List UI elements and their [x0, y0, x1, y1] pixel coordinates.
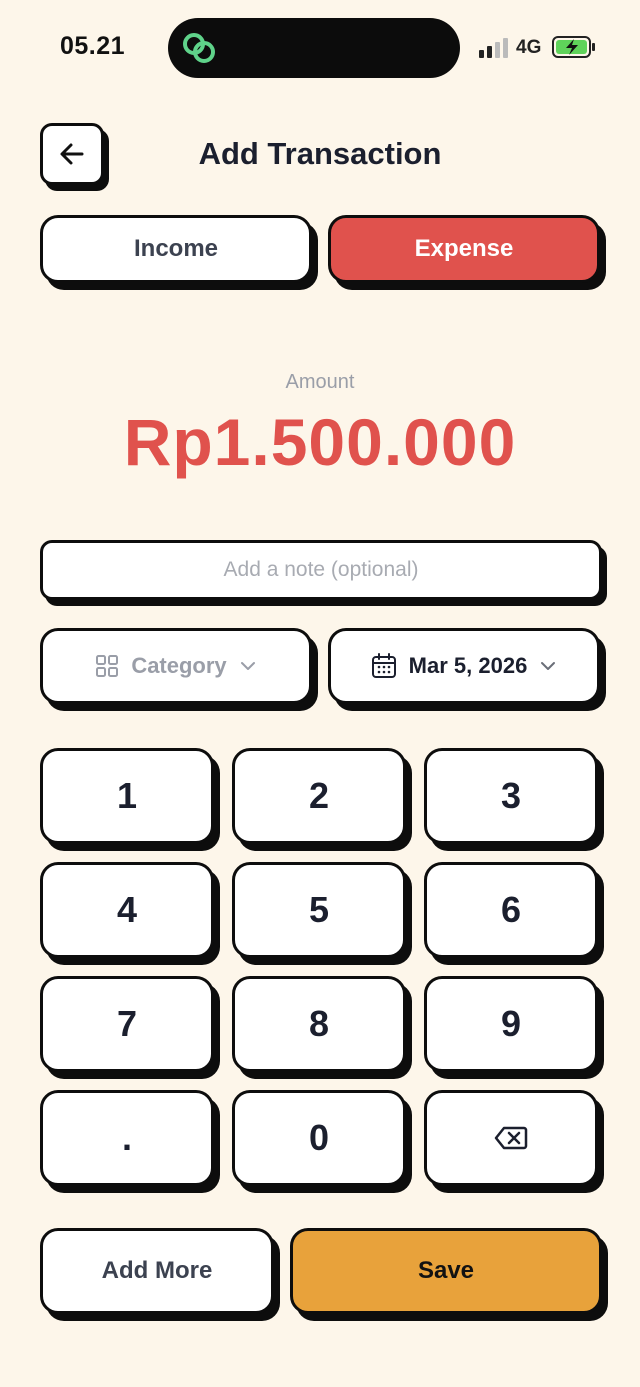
network-type: 4G — [516, 37, 542, 58]
chevron-down-icon — [240, 662, 255, 670]
signal-icon — [479, 38, 508, 58]
status-time: 05.21 — [60, 32, 126, 60]
chevron-down-icon — [541, 662, 556, 670]
keypad-key-4[interactable]: 4 — [40, 862, 214, 958]
keypad-key-5[interactable]: 5 — [232, 862, 406, 958]
dynamic-island — [168, 18, 460, 78]
date-label: Mar 5, 2026 — [408, 653, 528, 678]
keypad-key-decimal[interactable]: . — [40, 1090, 214, 1186]
link-rings-icon — [183, 33, 215, 63]
keypad-key-7[interactable]: 7 — [40, 976, 214, 1072]
amount-label: Amount — [285, 371, 355, 393]
keypad-key-3[interactable]: 3 — [424, 748, 598, 844]
keypad-backspace-button[interactable] — [424, 1090, 598, 1186]
date-picker[interactable]: Mar 5, 2026 — [328, 628, 600, 704]
amount-value: Rp1.500.000 — [123, 405, 517, 479]
category-dropdown[interactable]: Category — [40, 628, 312, 704]
page-title: Add Transaction — [198, 136, 442, 171]
battery-charging-icon — [552, 36, 595, 58]
grid-icon — [96, 655, 119, 677]
keypad-key-1[interactable]: 1 — [40, 748, 214, 844]
income-toggle-button[interactable]: Income — [40, 215, 312, 283]
keypad-key-9[interactable]: 9 — [424, 976, 598, 1072]
save-button[interactable]: Save — [290, 1228, 602, 1314]
keypad-key-6[interactable]: 6 — [424, 862, 598, 958]
expense-toggle-button[interactable]: Expense — [328, 215, 600, 283]
keypad-key-2[interactable]: 2 — [232, 748, 406, 844]
keypad-key-8[interactable]: 8 — [232, 976, 406, 1072]
calendar-icon — [371, 653, 396, 678]
backspace-icon — [494, 1126, 528, 1150]
keypad-key-0[interactable]: 0 — [232, 1090, 406, 1186]
note-input[interactable] — [43, 543, 599, 597]
category-label: Category — [131, 653, 227, 678]
add-more-button[interactable]: Add More — [40, 1228, 274, 1314]
note-field-wrapper — [40, 540, 602, 600]
